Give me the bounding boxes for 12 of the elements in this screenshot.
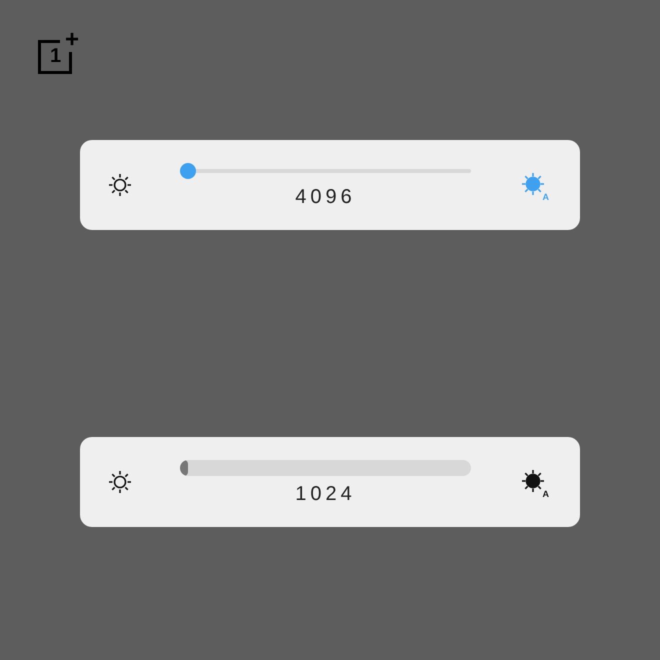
sun-icon	[106, 171, 134, 199]
auto-label: A	[542, 489, 549, 499]
sun-icon	[519, 467, 547, 495]
sun-icon	[519, 170, 547, 198]
brightness-value: 1024	[295, 482, 356, 504]
brightness-slider[interactable]	[180, 460, 471, 476]
auto-brightness-button[interactable]: A	[519, 467, 549, 497]
slider-thumb[interactable]	[180, 162, 196, 178]
sun-icon	[106, 468, 134, 496]
brightness-slider[interactable]	[180, 162, 471, 178]
brightness-value: 4096	[295, 186, 356, 208]
auto-label: A	[542, 192, 549, 202]
